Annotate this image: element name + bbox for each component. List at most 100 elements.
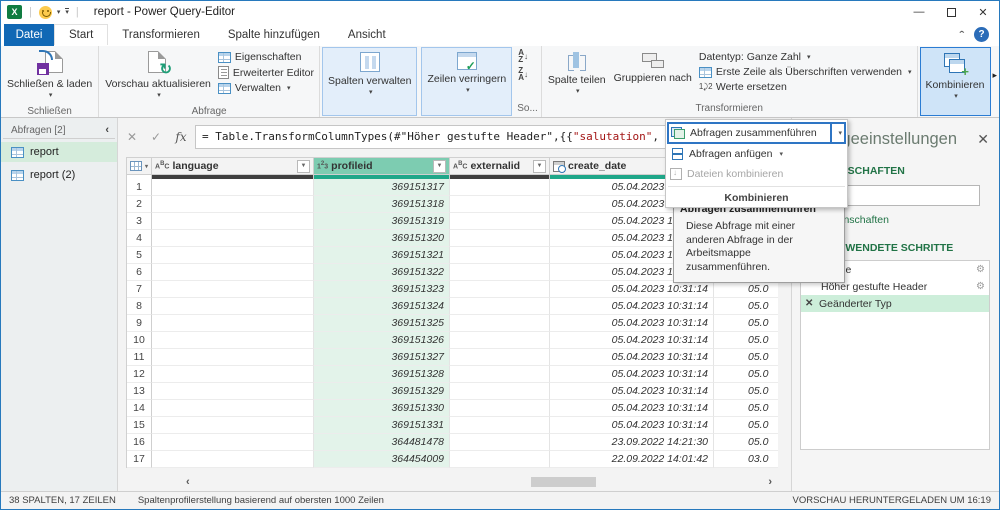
cancel-formula-icon[interactable]: ✕ [121,130,143,144]
help-icon[interactable]: ? [974,27,989,42]
delete-step-icon[interactable]: ✕ [805,298,819,309]
row-number[interactable]: 3 [127,213,152,230]
row-number[interactable]: 8 [127,298,152,315]
cell-profileid[interactable]: 369151325 [314,315,450,332]
cell-externalid[interactable] [450,315,550,332]
replace-values-button[interactable]: 1⤸2 Werte ersetzen [697,80,914,94]
close-button[interactable]: ✕ [967,1,999,23]
cell-create-date[interactable]: 05.04.2023 10:31:14 [550,349,714,366]
menu-item-merge-queries[interactable]: Abfragen zusammenführen ▾ [667,122,846,144]
cell-profileid[interactable]: 369151317 [314,179,450,196]
cell-hidden-column[interactable]: 03.0 [714,451,778,468]
column-header-externalid[interactable]: ABC externalid ▼ [450,158,550,175]
reduce-rows-button[interactable]: Zeilen verringern ▾ [424,49,509,100]
confirm-formula-icon[interactable]: ✓ [145,130,167,144]
cell-profileid[interactable]: 369151329 [314,383,450,400]
filter-icon[interactable]: ▼ [297,159,310,173]
cell-language[interactable] [152,332,314,349]
cell-externalid[interactable] [450,400,550,417]
cell-externalid[interactable] [450,264,550,281]
cell-externalid[interactable] [450,383,550,400]
row-number[interactable]: 16 [127,434,152,451]
cell-language[interactable] [152,315,314,332]
split-column-button[interactable]: Spalte teilen ▾ [545,48,609,101]
cell-profileid[interactable]: 364454009 [314,451,450,468]
cell-profileid[interactable]: 369151319 [314,213,450,230]
cell-language[interactable] [152,383,314,400]
sort-descending-button[interactable]: Z A ↓ [517,66,529,82]
cell-externalid[interactable] [450,332,550,349]
cell-profileid[interactable]: 369151320 [314,230,450,247]
row-number[interactable]: 4 [127,230,152,247]
cell-externalid[interactable] [450,434,550,451]
cell-profileid[interactable]: 369151322 [314,264,450,281]
cell-create-date[interactable]: 05.04.2023 10:31:14 [550,366,714,383]
cell-language[interactable] [152,264,314,281]
applied-step[interactable]: ✕ Geänderter Typ [801,295,989,312]
tab-datei[interactable]: Datei [4,23,54,46]
data-type-button[interactable]: Datentyp: Ganze Zahl ▾ [697,50,914,64]
cell-profileid[interactable]: 369151323 [314,281,450,298]
manage-button[interactable]: Verwalten ▾ [216,81,316,95]
cell-hidden-column[interactable]: 05.0 [714,349,778,366]
row-number[interactable]: 15 [127,417,152,434]
row-number[interactable]: 2 [127,196,152,213]
use-first-row-button[interactable]: Erste Zeile als Überschriften verwenden ▾ [697,65,914,79]
cell-hidden-column[interactable]: 05.0 [714,298,778,315]
cell-language[interactable] [152,281,314,298]
cell-profileid[interactable]: 369151324 [314,298,450,315]
cell-create-date[interactable]: 23.09.2022 14:21:30 [550,434,714,451]
column-header-language[interactable]: ABC language ▼ [152,158,314,175]
row-number[interactable]: 17 [127,451,152,468]
query-list-item[interactable]: report (2) [1,165,117,185]
chevron-down-icon[interactable]: ▾ [57,8,61,16]
cell-language[interactable] [152,247,314,264]
cell-create-date[interactable]: 22.09.2022 14:01:42 [550,451,714,468]
cell-create-date[interactable]: 05.04.2023 10:31:14 [550,298,714,315]
maximize-button[interactable] [935,1,967,23]
cell-externalid[interactable] [450,349,550,366]
cell-externalid[interactable] [450,281,550,298]
horizontal-scrollbar[interactable]: ‹ › [186,475,772,489]
cell-create-date[interactable]: 05.04.2023 10:31:14 [550,332,714,349]
tab-transformieren[interactable]: Transformieren [108,25,214,45]
advanced-editor-button[interactable]: Erweiterter Editor [216,65,316,80]
cell-language[interactable] [152,196,314,213]
row-number[interactable]: 9 [127,315,152,332]
row-number[interactable]: 10 [127,332,152,349]
row-number[interactable]: 12 [127,366,152,383]
cell-language[interactable] [152,451,314,468]
filter-icon[interactable]: ▼ [533,159,546,173]
query-list-item[interactable]: report [1,142,117,162]
cell-externalid[interactable] [450,298,550,315]
cell-language[interactable] [152,179,314,196]
scroll-left-icon[interactable]: ‹ [186,475,190,489]
cell-hidden-column[interactable]: 05.0 [714,281,778,298]
feedback-smiley-icon[interactable] [38,5,52,19]
cell-create-date[interactable]: 05.04.2023 10:31:14 [550,400,714,417]
menu-item-append-queries[interactable]: Abfragen anfügen ▾ [666,144,847,164]
scroll-right-icon[interactable]: › [768,475,772,489]
cell-profileid[interactable]: 364481478 [314,434,450,451]
close-and-load-button[interactable]: Schließen & laden ▾ [4,48,95,105]
row-number[interactable]: 14 [127,400,152,417]
combine-button[interactable]: + Kombinieren ▾ [923,49,988,106]
cell-hidden-column[interactable]: 05.0 [714,417,778,434]
cell-hidden-column[interactable]: 05.0 [714,434,778,451]
collapse-ribbon-icon[interactable]: ⌃ [958,31,966,39]
cell-language[interactable] [152,400,314,417]
row-number[interactable]: 11 [127,349,152,366]
step-settings-gear-icon[interactable]: ⚙ [976,281,985,292]
filter-icon[interactable]: ▼ [433,159,446,173]
refresh-preview-button[interactable]: ↻ Vorschau aktualisieren ▾ [102,48,214,105]
cell-create-date[interactable]: 05.04.2023 10:31:14 [550,315,714,332]
cell-profileid[interactable]: 369151331 [314,417,450,434]
cell-hidden-column[interactable]: 05.0 [714,332,778,349]
cell-hidden-column[interactable]: 05.0 [714,315,778,332]
cell-externalid[interactable] [450,247,550,264]
row-number[interactable]: 6 [127,264,152,281]
cell-language[interactable] [152,213,314,230]
row-number[interactable]: 7 [127,281,152,298]
cell-hidden-column[interactable]: 05.0 [714,400,778,417]
step-settings-gear-icon[interactable]: ⚙ [976,264,985,275]
